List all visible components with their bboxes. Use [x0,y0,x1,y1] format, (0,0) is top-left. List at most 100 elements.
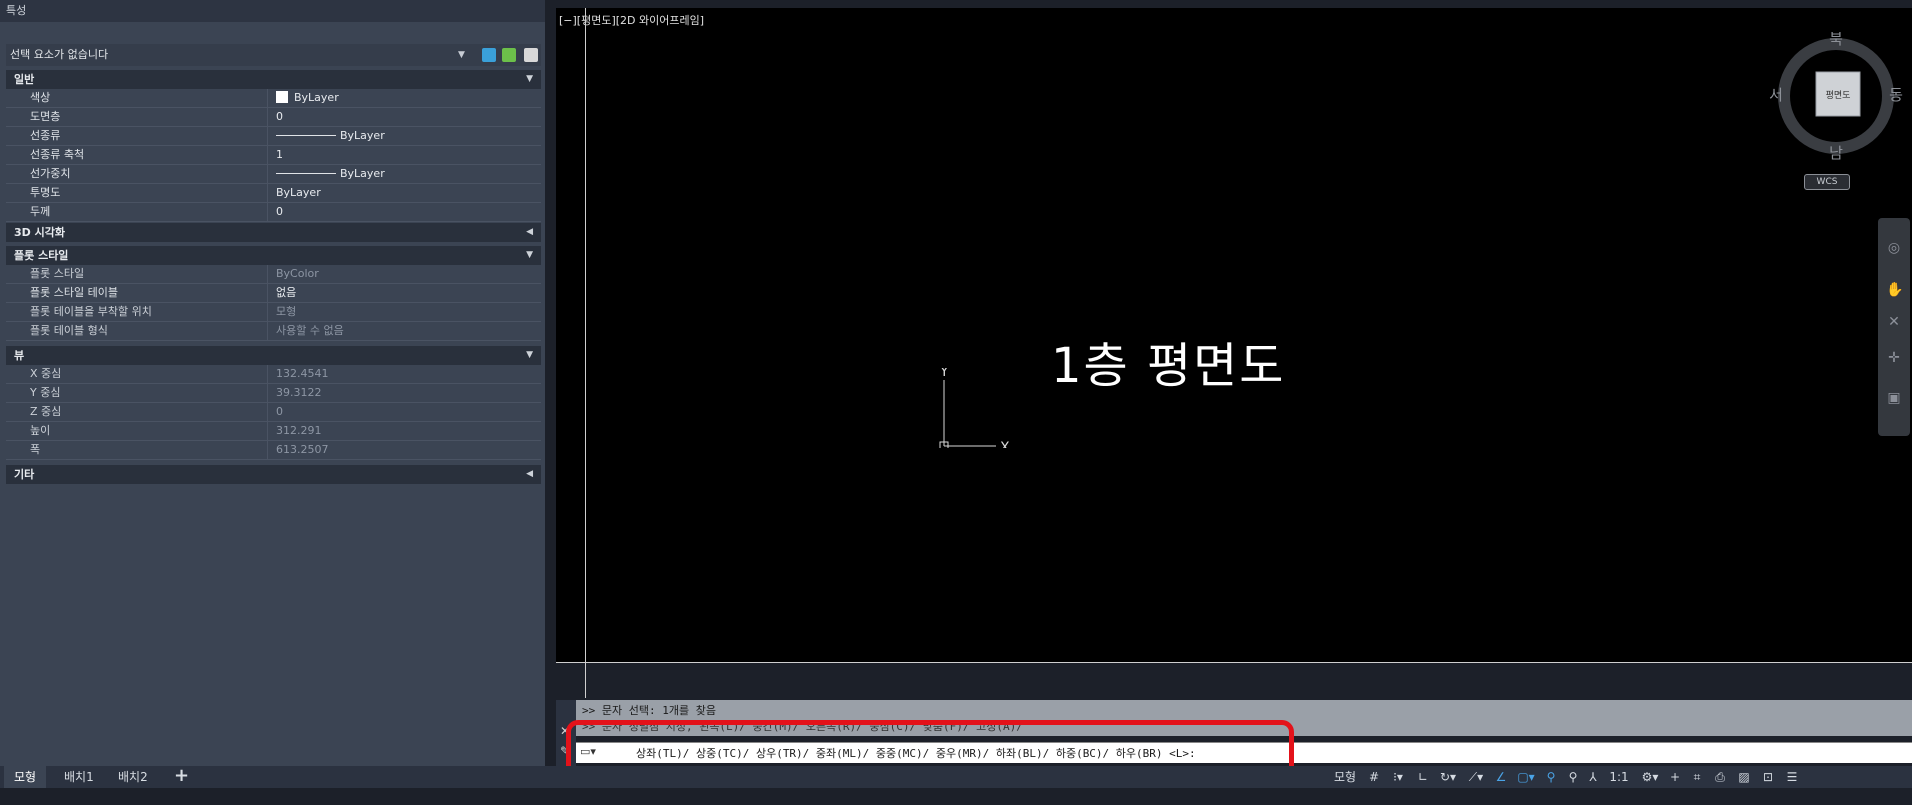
showmotion-icon[interactable]: ▣ [1886,390,1902,406]
prop-label: 색상 [6,89,268,107]
annotation-visibility-icon[interactable]: ⚲ [1542,766,1560,788]
quick-select-icon[interactable] [524,48,538,62]
viewport-controls-label[interactable]: [−][평면도][2D 와이어프레임] [559,12,704,28]
properties-palette: 특성 선택 요소가 없습니다 ▼ 일반 ▼ 색상 ByLayer 도면층 0 선… [0,0,545,766]
prop-row-linetype-scale[interactable]: 선종류 축척 1 [6,146,541,165]
ucs-icon: Y X [939,368,1010,448]
prop-row-lineweight[interactable]: 선가중치 ByLayer [6,165,541,184]
model-space-toggle[interactable]: 모형 [1330,766,1360,788]
prop-label: 플롯 스타일 테이블 [6,284,268,302]
prop-row-transparency[interactable]: 투명도 ByLayer [6,184,541,203]
object-snap-icon[interactable]: ▢▾ [1514,766,1538,788]
customization-menu-icon[interactable]: ☰ [1782,766,1802,788]
prop-value-text: ByLayer [340,129,385,142]
prop-value[interactable]: 0 [270,203,540,221]
section-view[interactable]: 뷰 ▼ [6,346,541,365]
prop-label: 플롯 테이블을 부착할 위치 [6,303,268,321]
prop-row-layer[interactable]: 도면층 0 [6,108,541,127]
tab-model[interactable]: 모형 [4,766,47,788]
annotation-scale-icon[interactable]: ⅄ [1584,766,1602,788]
steering-wheel-icon[interactable]: ◎ [1886,240,1902,256]
orbit-icon[interactable]: ✛ [1886,350,1902,366]
chevron-down-icon: ▼ [526,350,533,360]
section-general[interactable]: 일반 ▼ [6,70,541,89]
palette-title: 특성 [0,0,545,22]
toggle-pickadd-icon[interactable] [482,48,496,62]
prop-value[interactable]: 0 [270,108,540,126]
prop-value[interactable]: ByLayer [270,165,540,183]
polar-icon[interactable]: ↻▾ [1436,766,1460,788]
clean-screen-icon[interactable]: ⊡ [1758,766,1778,788]
pan-icon[interactable]: ✋ [1886,282,1903,298]
prop-value[interactable]: ByLayer [270,127,540,145]
ucs-x-label: X [1000,440,1010,448]
section-misc[interactable]: 기타 ◀ [6,465,541,484]
drawing-viewport[interactable]: [−][평면도][2D 와이어프레임] 1층 평면도 Y X 평면도 북 남 동… [556,8,1912,698]
prop-row-linetype[interactable]: 선종류 ByLayer [6,127,541,146]
gear-icon[interactable]: ⚙▾ [1638,766,1662,788]
prop-value: 모형 [276,305,297,318]
section-view-label: 뷰 [14,349,25,362]
compass-west[interactable]: 서 [1769,86,1783,104]
prop-value: 39.3122 [276,386,322,399]
ortho-icon[interactable]: ∟ [1414,766,1432,788]
prop-row-center-y: Y 중심 39.3122 [6,384,541,403]
auto-scale-icon[interactable]: ⚲ [1564,766,1582,788]
crosshair-horizontal [556,662,1912,663]
add-icon[interactable]: + [1666,766,1684,788]
select-objects-icon[interactable] [502,48,516,62]
prop-label: 선종류 축척 [6,146,268,164]
wcs-menu[interactable]: WCS [1804,174,1850,190]
hardware-acceleration-icon[interactable]: ⎙ [1710,766,1730,788]
object-snap-tracking-icon[interactable]: ∠ [1492,766,1510,788]
prop-label: 도면층 [6,108,268,126]
prop-row-plot-style-table[interactable]: 플롯 스타일 테이블 없음 [6,284,541,303]
isolate-objects-icon[interactable]: ▨ [1734,766,1754,788]
prop-label: 플롯 스타일 [6,265,268,283]
prop-value: 사용할 수 없음 [276,324,344,337]
zoom-extents-icon[interactable]: ✕ [1886,314,1902,330]
compass-south[interactable]: 남 [1829,144,1843,162]
compass-north[interactable]: 북 [1829,30,1843,48]
isodraft-icon[interactable]: ⟋▾ [1464,766,1488,788]
command-history-line: >> 문자 선택: 1개를 찾음 [582,704,716,717]
prop-row-plot-table-type[interactable]: 플롯 테이블 형식 사용할 수 없음 [6,322,541,341]
prop-value[interactable]: ByLayer [270,184,540,202]
section-plot-style[interactable]: 플롯 스타일 ▼ [6,246,541,265]
chevron-down-icon: ▼ [458,50,465,60]
prop-label: Z 중심 [6,403,268,421]
compass-east[interactable]: 동 [1889,86,1903,104]
prop-value[interactable]: ByLayer [270,89,540,107]
crosshair-vertical [585,8,586,698]
prop-label: 두께 [6,203,268,221]
snap-icon[interactable]: ⁝▾ [1386,766,1410,788]
prop-value[interactable]: 1 [270,146,540,164]
selection-dropdown[interactable]: 선택 요소가 없습니다 ▼ [6,44,476,66]
navigation-bar: ◎ ✋ ✕ ✛ ▣ [1878,218,1910,436]
layout-tabs: 모형 배치1 배치2 + [0,766,560,788]
prop-label: 폭 [6,441,268,459]
prop-row-plot-style[interactable]: 플롯 스타일 ByColor [6,265,541,284]
prop-value[interactable]: 없음 [270,284,540,302]
add-layout-button[interactable]: + [164,766,199,788]
tab-layout2[interactable]: 배치2 [108,766,158,788]
chevron-down-icon: ▼ [526,250,533,260]
selection-row: 선택 요소가 없습니다 ▼ [6,44,541,66]
drawing-text-object[interactable]: 1층 평면도 [1051,326,1285,396]
grid-icon[interactable]: # [1365,766,1383,788]
window-footer [0,788,1912,805]
tab-layout1[interactable]: 배치1 [54,766,104,788]
chevron-down-icon: ▼ [526,74,533,84]
viewcube-face-label[interactable]: 평면도 [1826,90,1851,101]
prop-row-color[interactable]: 색상 ByLayer [6,89,541,108]
prop-row-center-x: X 중심 132.4541 [6,365,541,384]
section-3d-visualization[interactable]: 3D 시각화 ◀ [6,223,541,242]
section-3d-label: 3D 시각화 [14,226,65,239]
prop-row-plot-table-attach[interactable]: 플롯 테이블을 부착할 위치 모형 [6,303,541,322]
viewcube[interactable]: 평면도 북 남 동 서 [1766,26,1906,166]
status-bar: 모형 # ⁝▾ ∟ ↻▾ ⟋▾ ∠ ▢▾ ⚲ ⚲ ⅄ 1:1 ⚙▾ + ⌗ ⎙ … [560,766,1912,788]
prop-row-height: 높이 312.291 [6,422,541,441]
units-icon[interactable]: ⌗ [1688,766,1706,788]
prop-row-thickness[interactable]: 두께 0 [6,203,541,222]
annotation-scale-value[interactable]: 1:1 [1604,766,1634,788]
